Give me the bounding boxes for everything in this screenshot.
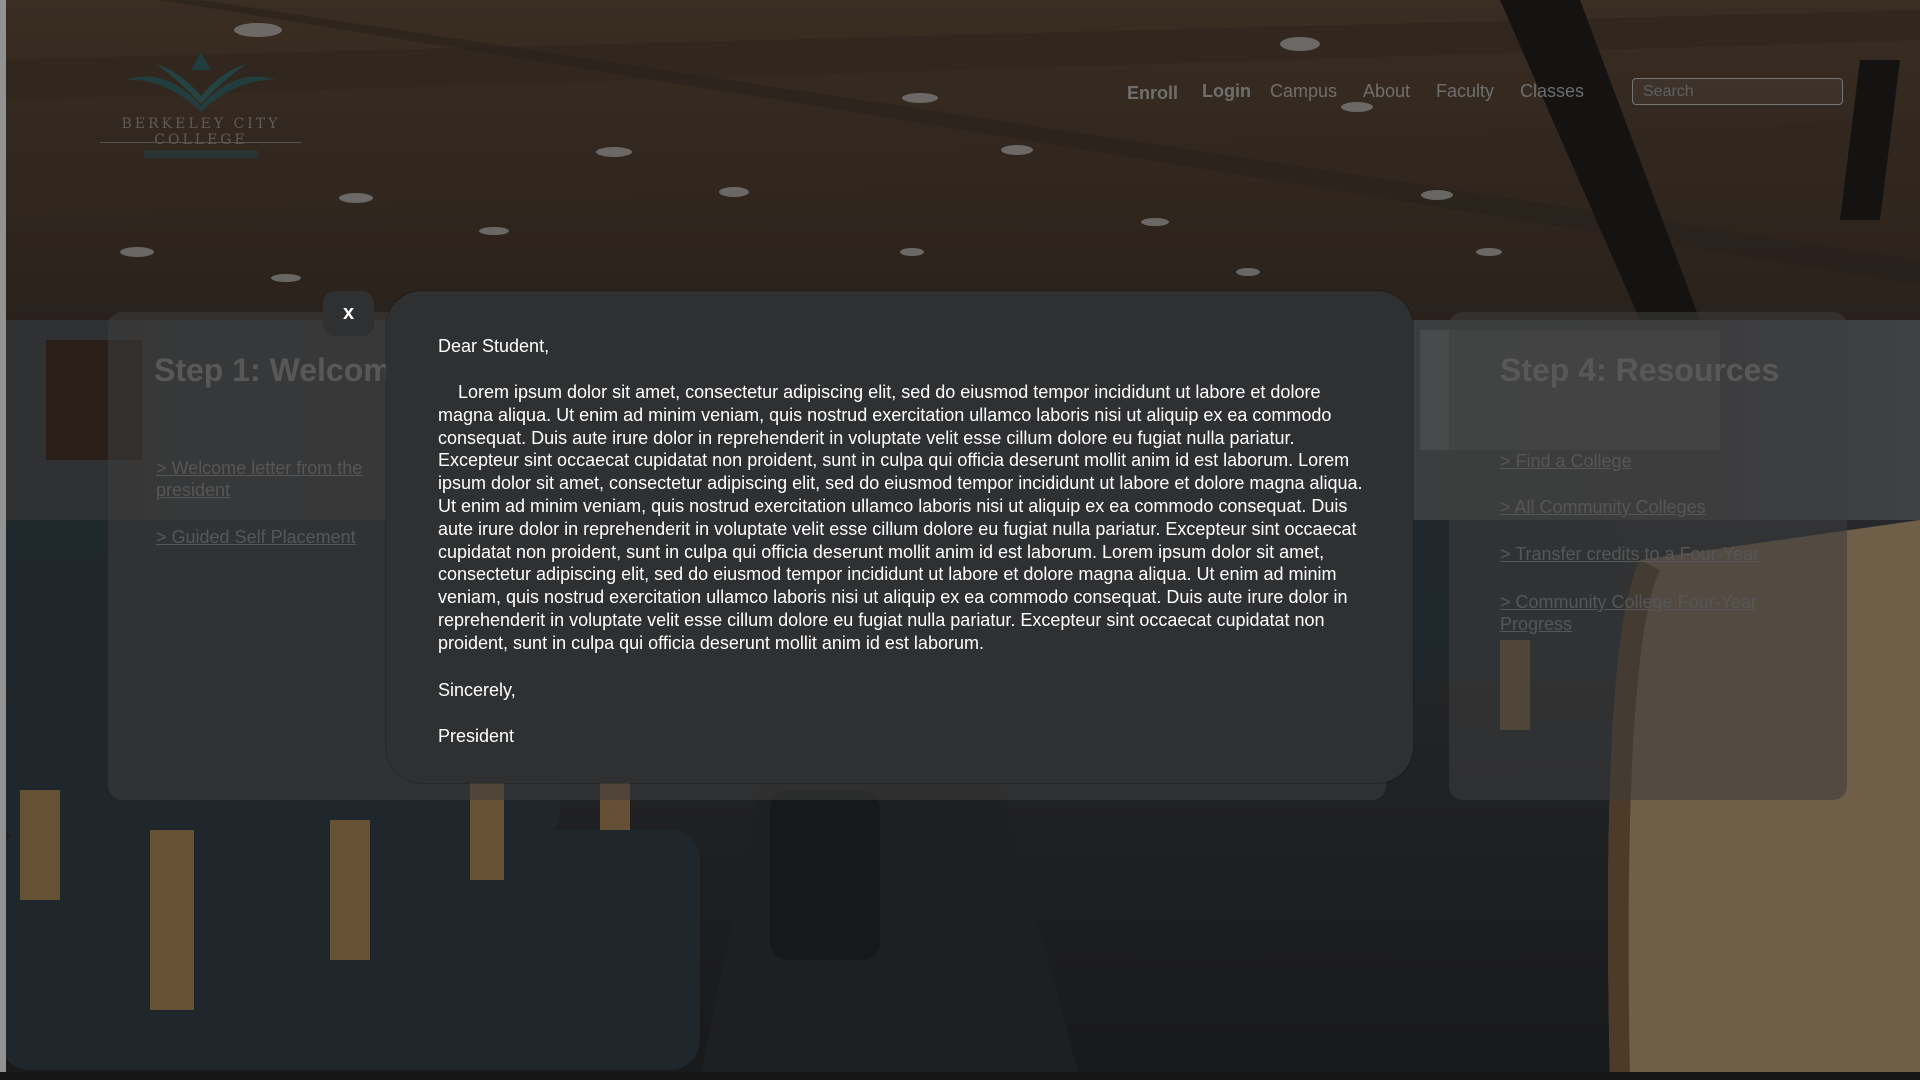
letter-body: Lorem ipsum dolor sit amet, consectetur … (438, 382, 1363, 653)
letter-closing: Sincerely, (438, 680, 516, 700)
letter-greeting: Dear Student, (438, 336, 550, 356)
close-button[interactable]: x (323, 291, 374, 336)
letter-signature: President (438, 726, 515, 746)
welcome-letter-modal: Dear Student, Lorem ipsum dolor sit amet… (386, 291, 1413, 783)
